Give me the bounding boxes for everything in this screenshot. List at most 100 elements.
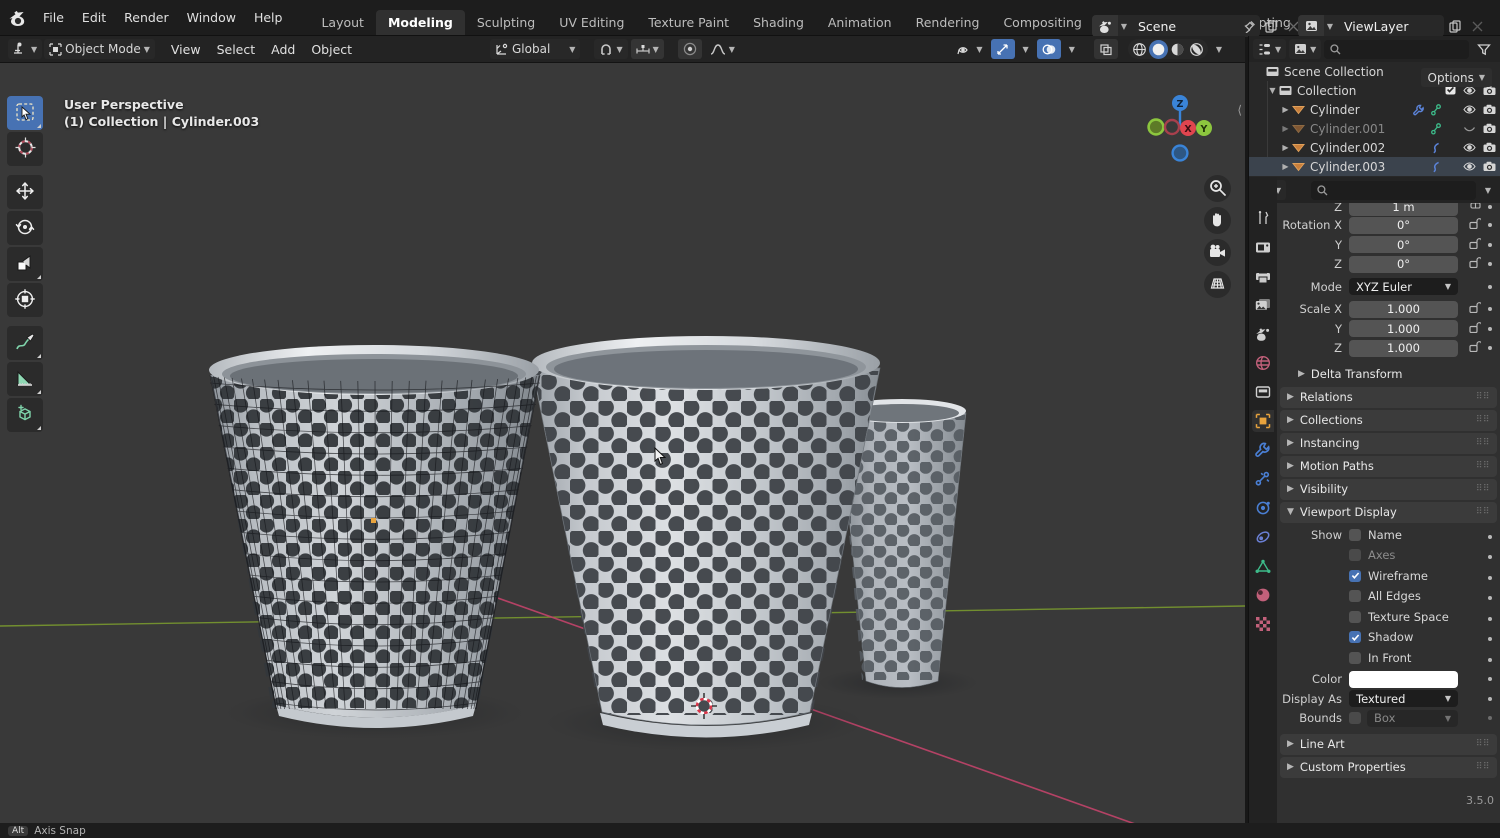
section-viewport-display[interactable]: ▼Viewport Display⠿⠿ xyxy=(1280,502,1497,523)
prop-value-field[interactable]: 1.000 xyxy=(1349,340,1458,357)
viewport-menu-add[interactable]: Add xyxy=(263,40,303,59)
checkbox-all-edges[interactable] xyxy=(1349,590,1361,602)
checkbox-axes[interactable] xyxy=(1349,549,1361,561)
panel-grip-icon[interactable]: ⠿⠿ xyxy=(1476,461,1490,471)
chevron-right-icon[interactable]: ▶ xyxy=(1279,143,1292,152)
viewport-menu-select[interactable]: Select xyxy=(209,40,264,59)
animate-dot[interactable] xyxy=(1488,697,1492,701)
workspace-tab-rendering[interactable]: Rendering xyxy=(904,10,992,35)
section-visibility[interactable]: ▶Visibility⠿⠿ xyxy=(1280,479,1497,500)
animate-dot[interactable] xyxy=(1488,610,1492,624)
constraints-tab[interactable] xyxy=(1252,526,1274,548)
scale-tool[interactable] xyxy=(7,247,43,281)
outliner-row-cylinder-001[interactable]: ▶Cylinder.001 xyxy=(1249,119,1500,138)
panel-grip-icon[interactable]: ⠿⠿ xyxy=(1476,739,1490,749)
proportional-edit-toggle[interactable] xyxy=(678,39,702,59)
scene-id-box[interactable]: ▼ Scene xyxy=(1092,15,1260,37)
shading-material-preview-button[interactable] xyxy=(1168,40,1187,59)
modifiers-tab[interactable] xyxy=(1252,439,1274,461)
cursor-tool[interactable] xyxy=(7,132,43,166)
particles-icon[interactable] xyxy=(1431,123,1442,135)
workspace-tab-compositing[interactable]: Compositing xyxy=(991,10,1093,35)
add-cube-tool[interactable] xyxy=(7,398,43,432)
workspace-tab-layout[interactable]: Layout xyxy=(309,10,376,35)
prop-value-field[interactable]: 0° xyxy=(1349,256,1458,273)
move-tool[interactable] xyxy=(7,175,43,209)
xray-toggle[interactable] xyxy=(1094,39,1118,59)
menu-edit[interactable]: Edit xyxy=(73,7,115,28)
zoom-button[interactable] xyxy=(1204,175,1231,202)
lock-open-icon[interactable] xyxy=(1469,341,1481,355)
prop-value-field[interactable]: 1.000 xyxy=(1349,301,1458,318)
funnel-filter-icon[interactable] xyxy=(1472,39,1496,59)
animate-dot[interactable] xyxy=(1488,569,1492,583)
toggle-perspective-button[interactable] xyxy=(1204,271,1231,298)
animate-dot[interactable] xyxy=(1488,285,1492,289)
tool-tab[interactable] xyxy=(1252,207,1274,229)
animate-dot[interactable] xyxy=(1488,243,1492,247)
viewlayer-id-box[interactable]: ▼ ViewLayer xyxy=(1298,15,1444,37)
animate-dot[interactable] xyxy=(1488,548,1492,562)
shading-rendered-button[interactable] xyxy=(1187,40,1206,59)
3d-viewport[interactable]: User Perspective (1) Collection | Cylind… xyxy=(0,63,1245,823)
object-color-swatch[interactable] xyxy=(1349,671,1458,688)
blender-logo-icon[interactable] xyxy=(6,8,32,28)
mode-selector[interactable]: Object Mode ▼ xyxy=(44,39,155,59)
properties-editor[interactable]: ▼ ▼ Z 1 m xyxy=(1248,177,1500,823)
lock-open-icon[interactable] xyxy=(1469,302,1481,316)
workspace-tab-modeling[interactable]: Modeling xyxy=(376,10,465,35)
workspace-tab-uv-editing[interactable]: UV Editing xyxy=(547,10,636,35)
chevron-right-icon[interactable]: ▶ xyxy=(1279,162,1292,171)
menu-window[interactable]: Window xyxy=(178,7,245,28)
eye-icon[interactable] xyxy=(1463,104,1476,115)
shading-dropdown[interactable]: ▼ xyxy=(1211,39,1227,59)
camera-render-icon[interactable] xyxy=(1483,123,1496,134)
properties-filter-dropdown[interactable]: ▼ xyxy=(1480,180,1496,200)
camera-render-icon[interactable] xyxy=(1483,161,1496,172)
animate-dot[interactable] xyxy=(1488,205,1492,209)
eye-icon[interactable] xyxy=(1463,142,1476,153)
outliner-editor[interactable]: ▼ ▼ Scene Collec xyxy=(1248,36,1500,177)
workspace-tab-sculpting[interactable]: Sculpting xyxy=(465,10,547,35)
scene-name[interactable]: Scene xyxy=(1130,19,1238,34)
viewlayer-close-icon[interactable] xyxy=(1466,15,1488,37)
camera-render-icon[interactable] xyxy=(1483,142,1496,153)
snap-target-selector[interactable]: ▼ xyxy=(631,39,664,59)
lock-open-icon[interactable] xyxy=(1469,238,1481,252)
material-tab[interactable] xyxy=(1252,584,1274,606)
panel-grip-icon[interactable]: ⠿⠿ xyxy=(1476,484,1490,494)
scene-tab[interactable] xyxy=(1252,323,1274,345)
outliner-search-input[interactable] xyxy=(1324,40,1469,59)
animate-dot[interactable] xyxy=(1488,716,1492,720)
viewport-menu-object[interactable]: Object xyxy=(303,40,360,59)
panel-grip-icon[interactable]: ⠿⠿ xyxy=(1476,507,1490,517)
outliner-id-type-icon[interactable]: ▼ xyxy=(1289,39,1321,59)
animate-dot[interactable] xyxy=(1488,651,1492,665)
workspace-tab-shading[interactable]: Shading xyxy=(741,10,816,35)
lock-open-icon[interactable] xyxy=(1469,218,1481,232)
transform-tool[interactable] xyxy=(7,283,43,317)
texture-tab[interactable] xyxy=(1252,613,1274,635)
wrench-modifier-icon[interactable] xyxy=(1413,104,1425,116)
prop-value-field[interactable]: 0° xyxy=(1349,217,1458,234)
collection-tab[interactable] xyxy=(1252,381,1274,403)
eye-icon[interactable] xyxy=(1463,161,1476,172)
render-tab[interactable] xyxy=(1252,236,1274,258)
viewlayer-duplicate-icon[interactable] xyxy=(1444,15,1466,37)
animate-dot[interactable] xyxy=(1488,262,1492,266)
viewport-menu-view[interactable]: View xyxy=(163,40,209,59)
visibility-selector[interactable]: ▼ xyxy=(952,39,987,59)
prop-value-field[interactable]: 1.000 xyxy=(1349,320,1458,337)
prop-value-field[interactable]: 0° xyxy=(1349,236,1458,253)
section-motion-paths[interactable]: ▶Motion Paths⠿⠿ xyxy=(1280,456,1497,477)
properties-editor-icon[interactable]: ▼ xyxy=(1277,180,1286,200)
chevron-right-icon[interactable]: ▶ xyxy=(1279,105,1292,114)
animate-dot[interactable] xyxy=(1488,327,1492,331)
animate-dot[interactable] xyxy=(1488,677,1492,681)
checkbox-texture-space[interactable] xyxy=(1349,611,1361,623)
workspace-tab-texture-paint[interactable]: Texture Paint xyxy=(636,10,741,35)
scene-duplicate-icon[interactable] xyxy=(1260,15,1282,37)
panel-grip-icon[interactable]: ⠿⠿ xyxy=(1476,762,1490,772)
gizmo-dropdown[interactable]: ▼ xyxy=(1018,39,1034,59)
particles-icon[interactable] xyxy=(1431,104,1442,116)
